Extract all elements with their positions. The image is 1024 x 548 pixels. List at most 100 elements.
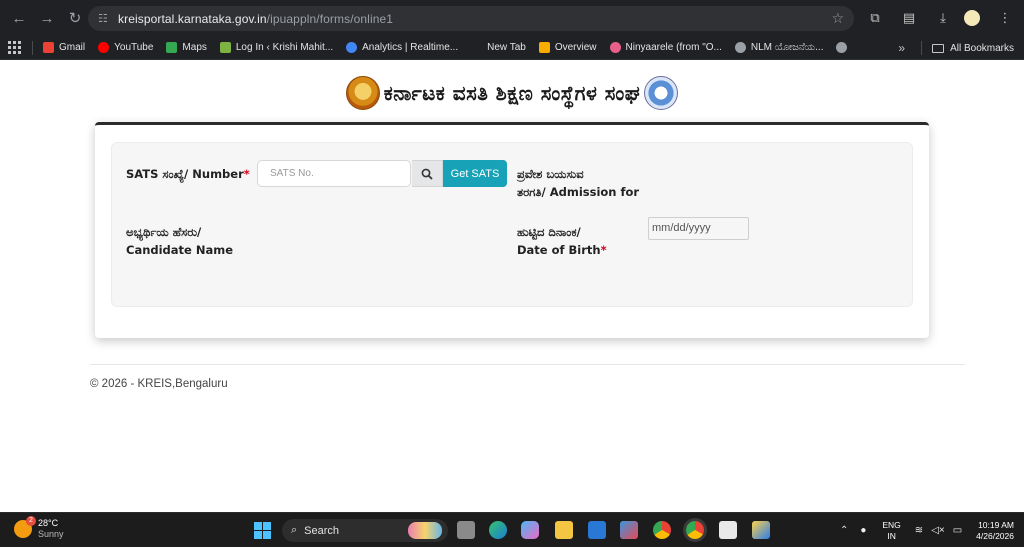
address-bar[interactable]: ☷ kreisportal.karnataka.gov.in/ipuappln/… bbox=[88, 6, 854, 31]
form-panel: SATS ಸಂಖ್ಯೆ/ Number* SATS No. Get SATS ಪ… bbox=[111, 142, 913, 307]
bookmark-overview[interactable]: Overview bbox=[538, 42, 597, 53]
kreis-logo bbox=[644, 76, 679, 110]
sats-number-input[interactable]: SATS No. bbox=[257, 160, 411, 187]
krishi-icon bbox=[219, 42, 231, 53]
copilot-icon[interactable] bbox=[521, 521, 539, 539]
admission-label-kn-line1: ಪ್ರವೇಶ ಬಯಸುವ bbox=[517, 167, 584, 181]
clock[interactable]: 10:19 AM 4/26/2026 bbox=[976, 520, 1014, 542]
google-icon bbox=[346, 42, 358, 53]
candidate-label-en: Candidate Name bbox=[126, 243, 234, 257]
back-button[interactable]: ← bbox=[6, 5, 32, 31]
bookmark-ninyaarele[interactable]: Ninyaarele (from "O... bbox=[609, 42, 722, 53]
dob-label-en: Date of Birth bbox=[517, 243, 601, 257]
search-icon bbox=[421, 168, 433, 180]
bookmark-star-icon[interactable]: ☆ bbox=[831, 10, 844, 27]
weather-widget[interactable]: 2 28°C Sunny bbox=[14, 516, 64, 540]
search-sats-button[interactable] bbox=[412, 160, 443, 187]
required-asterisk: * bbox=[600, 243, 607, 257]
bookmark-label: Maps bbox=[182, 42, 207, 53]
download-icon[interactable]: ⤓ bbox=[930, 5, 956, 31]
menu-icon[interactable]: ⋮ bbox=[992, 5, 1018, 31]
time: 10:19 AM bbox=[978, 519, 1014, 530]
task-view-icon[interactable] bbox=[457, 521, 475, 539]
ninyaarele-icon bbox=[609, 42, 621, 53]
bookmarks-divider bbox=[32, 40, 33, 55]
notification-badge: 2 bbox=[26, 516, 36, 526]
footer-divider bbox=[90, 364, 965, 365]
date-of-birth-label: ಹುಟ್ಟಿದ ದಿನಾಂಕ/ Date of Birth* bbox=[517, 223, 607, 259]
required-asterisk: * bbox=[243, 167, 250, 181]
search-label: Search bbox=[304, 524, 340, 537]
reading-list-icon[interactable]: ▤ bbox=[896, 5, 922, 31]
dob-label-kn: ಹುಟ್ಟಿದ ದಿನಾಂಕ/ bbox=[517, 225, 581, 239]
browser-toolbar: ← → ↻ ☷ kreisportal.karnataka.gov.in/ipu… bbox=[0, 0, 1024, 36]
forward-button[interactable]: → bbox=[34, 5, 60, 31]
battery-icon[interactable]: ▭ bbox=[953, 525, 962, 536]
folder-icon bbox=[932, 43, 945, 53]
admission-label-en: Admission for bbox=[549, 185, 640, 199]
lang-line2: IN bbox=[887, 530, 896, 541]
windows-start-icon[interactable] bbox=[254, 522, 271, 539]
edge-icon[interactable] bbox=[489, 521, 507, 539]
bookmark-youtube[interactable]: YouTube bbox=[98, 42, 153, 53]
lang-line1: ENG bbox=[882, 519, 901, 530]
chevron-up-icon[interactable]: ⌃ bbox=[840, 525, 848, 536]
bookmark-nlm[interactable]: NLM ಯೋಜನೆಯ... bbox=[734, 42, 824, 53]
analytics-icon bbox=[538, 42, 550, 53]
bookmark-krishi[interactable]: Log In ‹ Krishi Mahit... bbox=[219, 42, 334, 53]
profile-avatar[interactable] bbox=[964, 10, 980, 26]
chrome-icon[interactable] bbox=[653, 521, 671, 539]
admission-for-label: ಪ್ರವೇಶ ಬಯಸುವ ತರಗತಿ/ Admission for bbox=[517, 165, 639, 201]
bookmark-gmail[interactable]: Gmail bbox=[43, 42, 85, 53]
weather-text: 28°C Sunny bbox=[38, 518, 64, 540]
vscode-icon[interactable] bbox=[588, 521, 606, 539]
taskbar-search[interactable]: ⌕ Search bbox=[282, 519, 448, 542]
bookmark-label: Overview bbox=[554, 42, 597, 53]
gmail-icon bbox=[43, 42, 54, 53]
bookmark-new-tab[interactable]: New Tab bbox=[471, 42, 526, 53]
store-icon[interactable] bbox=[620, 521, 638, 539]
candidate-name-label: ಅಭ್ಯರ್ಥಿಯ ಹೆಸರು/ Candidate Name bbox=[126, 223, 233, 259]
volume-muted-icon[interactable]: ◁× bbox=[931, 525, 945, 536]
file-explorer-icon[interactable] bbox=[555, 521, 573, 539]
date: 4/26/2026 bbox=[976, 530, 1014, 541]
bookmark-analytics[interactable]: Analytics | Realtime... bbox=[346, 42, 458, 53]
bookmark-label: Analytics | Realtime... bbox=[362, 42, 459, 53]
extensions-icon[interactable]: ⧉ bbox=[862, 5, 888, 31]
language-indicator[interactable]: ENG IN bbox=[882, 520, 900, 542]
weather-condition: Sunny bbox=[38, 529, 64, 539]
notepad-icon[interactable] bbox=[719, 521, 737, 539]
sats-number-label: SATS ಸಂಖ್ಯೆ/ Number* bbox=[126, 165, 250, 183]
search-icon: ⌕ bbox=[291, 524, 298, 536]
url-path: /ipuappln/forms/online1 bbox=[266, 11, 394, 26]
system-tray: ⌃ ● ENG IN ≋ ◁× ▭ 10:19 AM 4/26/2026 bbox=[840, 513, 1024, 548]
sats-label-kn: SATS ಸಂಖ್ಯೆ/ bbox=[126, 167, 189, 181]
new-tab-icon bbox=[471, 42, 483, 53]
security-icon[interactable]: ● bbox=[860, 525, 866, 536]
bookmark-label: Log In ‹ Krishi Mahit... bbox=[235, 42, 334, 53]
footer-copyright: © 2026 - KREIS,Bengaluru bbox=[90, 378, 228, 390]
bookmark-label: Ninyaarele (from "O... bbox=[625, 42, 722, 53]
get-sats-button[interactable]: Get SATS bbox=[443, 160, 507, 187]
reload-button[interactable]: ↻ bbox=[62, 5, 88, 31]
chrome-profile-icon[interactable] bbox=[686, 521, 704, 539]
taskbar: 2 28°C Sunny ⌕ Search ⌃ ● ENG IN ≋ ◁× ▭ … bbox=[0, 512, 1024, 547]
sats-label-en: Number bbox=[192, 167, 244, 181]
bookmark-maps[interactable]: Maps bbox=[166, 42, 207, 53]
url-text: kreisportal.karnataka.gov.in/ipuappln/fo… bbox=[118, 12, 393, 26]
url-domain: kreisportal.karnataka.gov.in bbox=[118, 11, 267, 26]
sun-icon: 2 bbox=[14, 516, 36, 538]
apps-grid-icon[interactable] bbox=[8, 40, 22, 55]
wifi-icon[interactable]: ≋ bbox=[915, 525, 923, 536]
site-info-icon[interactable]: ☷ bbox=[98, 12, 112, 25]
photos-icon[interactable] bbox=[752, 521, 770, 539]
more-bookmarks-icon[interactable]: » bbox=[898, 41, 905, 55]
date-of-birth-input[interactable]: mm/dd/yyyy bbox=[648, 217, 749, 240]
globe-icon bbox=[734, 42, 746, 53]
all-bookmarks-button[interactable]: All Bookmarks bbox=[950, 43, 1014, 54]
bookmarks-right: » All Bookmarks bbox=[898, 36, 1014, 60]
toolbar-actions: ⧉ ▤ ⤓ ⋮ bbox=[862, 5, 1024, 31]
bookmark-globe[interactable] bbox=[836, 42, 852, 53]
bookmark-label: NLM ಯೋಜನೆಯ... bbox=[750, 42, 824, 53]
temperature: 28°C bbox=[38, 518, 59, 528]
